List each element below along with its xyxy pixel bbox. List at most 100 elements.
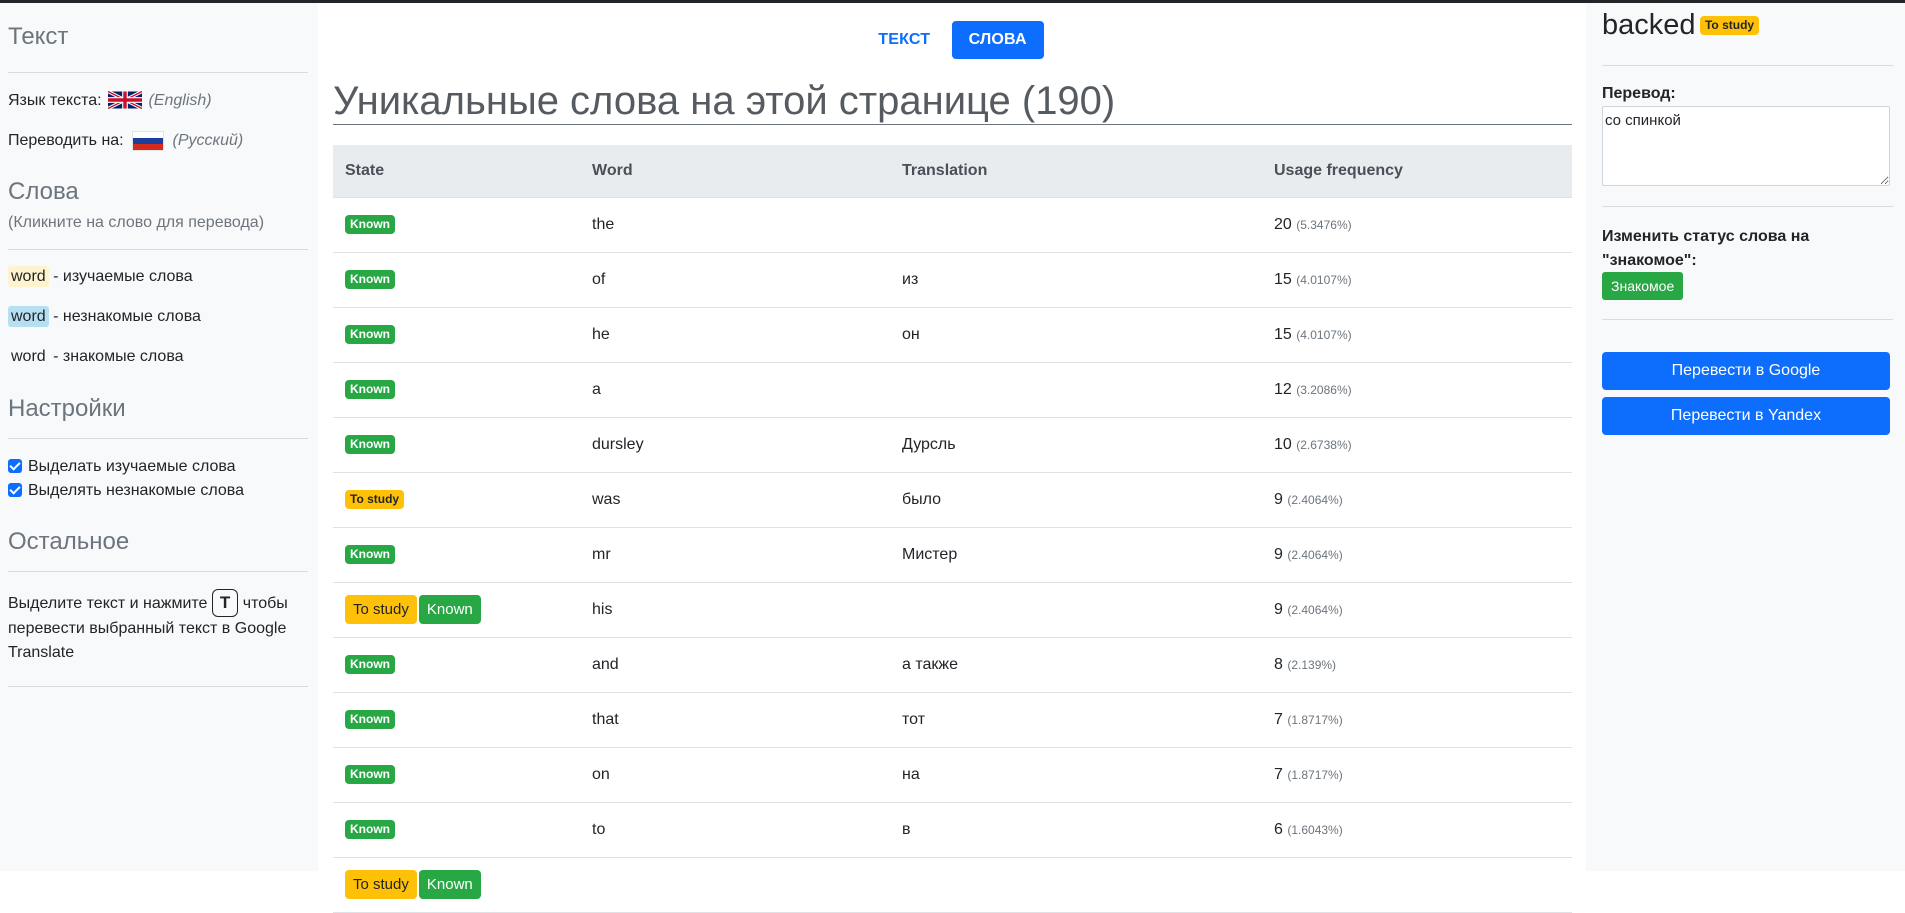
table-row[interactable]: Known he он 15 (4.0107%) xyxy=(333,307,1572,363)
setting-highlight-unknown[interactable]: Выделять незнакомые слова xyxy=(8,482,244,500)
frequency-percent: (5.3476%) xyxy=(1296,217,1352,232)
text-section-title: Текст xyxy=(8,23,69,50)
frequency-percent: (2.139%) xyxy=(1287,657,1337,672)
known-badge: Known xyxy=(345,215,395,234)
to-study-badge[interactable]: To study xyxy=(345,595,417,624)
table-row[interactable]: Known of из 15 (4.0107%) xyxy=(333,252,1572,308)
translation-cell: Мистер xyxy=(890,527,1262,583)
known-badge: Known xyxy=(345,710,395,729)
frequency-count: 9 xyxy=(1274,545,1283,563)
setting-label: Выделять незнакомые слова xyxy=(28,482,244,499)
column-header[interactable]: Word xyxy=(580,145,890,198)
table-row[interactable]: Known on на 7 (1.8717%) xyxy=(333,747,1572,803)
word-cell[interactable]: to xyxy=(580,802,890,858)
frequency-count: 9 xyxy=(1274,490,1283,508)
view-toggle: ТЕКСТ СЛОВА xyxy=(333,21,1572,59)
column-header[interactable]: Usage frequency xyxy=(1262,145,1572,198)
word-cell[interactable]: was xyxy=(580,472,890,528)
state-cell: Known xyxy=(333,417,580,473)
word-cell[interactable]: on xyxy=(580,747,890,803)
translation-cell xyxy=(890,197,1262,253)
translation-cell: было xyxy=(890,472,1262,528)
text-language-row: Язык текста: (English) xyxy=(8,91,212,110)
russia-flag-icon xyxy=(132,131,165,151)
word-cell[interactable]: the xyxy=(580,197,890,253)
translation-cell: на xyxy=(890,747,1262,803)
column-header[interactable]: Translation xyxy=(890,145,1262,198)
checkbox[interactable] xyxy=(8,459,22,473)
translate-google-button[interactable]: Перевести в Google xyxy=(1602,352,1890,390)
column-header[interactable]: State xyxy=(333,145,580,198)
known-badge[interactable]: Known xyxy=(418,595,481,624)
translation-label: Перевод: xyxy=(1602,85,1676,102)
known-badge: Known xyxy=(345,270,395,289)
translation-field[interactable] xyxy=(1602,106,1890,186)
other-section-title: Остальное xyxy=(8,528,130,555)
keyboard-key: T xyxy=(211,589,239,617)
frequency-cell: 7 (1.8717%) xyxy=(1262,692,1572,748)
words-hint: (Кликните на слово для перевода) xyxy=(8,214,265,231)
frequency-count: 7 xyxy=(1274,710,1283,728)
legend-chip: word xyxy=(11,348,46,365)
table-row[interactable]: To study Known his 9 (2.4064%) xyxy=(333,582,1572,638)
to-study-badge[interactable]: To study xyxy=(345,870,417,899)
text-language-label: Язык текста: xyxy=(8,92,102,109)
change-status-label: Изменить статус слова на "знакомое": xyxy=(1602,228,1810,269)
table-row[interactable]: Known and а также 8 (2.139%) xyxy=(333,637,1572,693)
text-language-value: (English) xyxy=(148,92,212,109)
legend-chip: word xyxy=(8,266,49,287)
word-cell[interactable]: dursley xyxy=(580,417,890,473)
state-cell: Known xyxy=(333,692,580,748)
state-cell: To study Known xyxy=(333,582,580,638)
word-cell[interactable]: he xyxy=(580,307,890,363)
table-row[interactable]: Known dursley Дурсль 10 (2.6738%) xyxy=(333,417,1572,473)
table-row[interactable]: Known to в 6 (1.6043%) xyxy=(333,802,1572,858)
divider xyxy=(1602,65,1893,66)
legend-text: - изучаемые слова xyxy=(53,268,193,285)
table-row[interactable]: Known a 12 (3.2086%) xyxy=(333,362,1572,418)
word-cell[interactable]: his xyxy=(580,582,890,638)
word-cell[interactable]: that xyxy=(580,692,890,748)
settings-section-title: Настройки xyxy=(8,395,126,422)
table-row[interactable]: Known that тот 7 (1.8717%) xyxy=(333,692,1572,748)
tab-text[interactable]: ТЕКСТ xyxy=(861,21,947,59)
word-cell[interactable]: and xyxy=(580,637,890,693)
known-badge[interactable]: Known xyxy=(418,870,481,899)
table-row[interactable]: Known mr Мистер 9 (2.4064%) xyxy=(333,527,1572,583)
state-cell: Known xyxy=(333,362,580,418)
translate-yandex-button[interactable]: Перевести в Yandex xyxy=(1602,397,1890,435)
setting-highlight-study[interactable]: Выделать изучаемые слова xyxy=(8,458,236,476)
frequency-percent: (4.0107%) xyxy=(1296,272,1352,287)
translation-cell: Дурсль xyxy=(890,417,1262,473)
table-row[interactable]: Known the 20 (5.3476%) xyxy=(333,197,1572,253)
other-instructions: Выделите текст и нажмите T чтобы перевес… xyxy=(8,589,308,665)
frequency-count: 9 xyxy=(1274,600,1283,618)
table-row[interactable]: To study Known xyxy=(333,857,1572,913)
state-cell: Known xyxy=(333,802,580,858)
legend-unknown: word - незнакомые слова xyxy=(8,306,201,327)
frequency-count: 10 xyxy=(1274,435,1292,453)
word-cell[interactable]: a xyxy=(580,362,890,418)
frequency-cell: 7 (1.8717%) xyxy=(1262,747,1572,803)
word-cell[interactable] xyxy=(580,857,890,913)
word-cell[interactable]: mr xyxy=(580,527,890,583)
tab-words[interactable]: СЛОВА xyxy=(951,21,1044,59)
main-content: ТЕКСТ СЛОВА Уникальные слова на этой стр… xyxy=(333,3,1572,913)
frequency-cell: 15 (4.0107%) xyxy=(1262,307,1572,363)
checkbox[interactable] xyxy=(8,483,22,497)
words-table: State Word Translation Usage frequency K… xyxy=(333,145,1572,913)
divider xyxy=(1602,319,1893,320)
word-cell[interactable]: of xyxy=(580,252,890,308)
legend-known: word - знакомые слова xyxy=(8,348,184,366)
divider xyxy=(8,571,308,572)
frequency-count: 7 xyxy=(1274,765,1283,783)
words-section-title: Слова xyxy=(8,178,79,205)
mark-known-button[interactable]: Знакомое xyxy=(1602,272,1684,300)
frequency-percent: (1.8717%) xyxy=(1287,767,1343,782)
table-row[interactable]: To study was было 9 (2.4064%) xyxy=(333,472,1572,528)
divider xyxy=(8,686,308,687)
uk-flag-icon xyxy=(108,91,143,109)
frequency-count: 20 xyxy=(1274,215,1292,233)
legend-chip: word xyxy=(8,306,49,327)
frequency-cell: 9 (2.4064%) xyxy=(1262,582,1572,638)
